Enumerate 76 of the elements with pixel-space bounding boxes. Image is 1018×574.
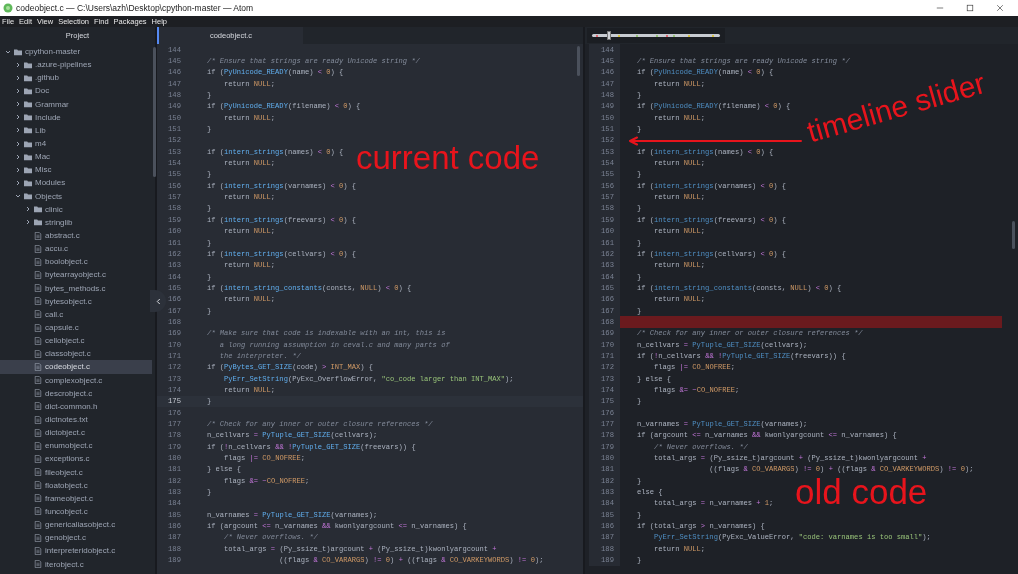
tree-item[interactable]: descrobject.c (0, 386, 152, 400)
file-icon (34, 520, 42, 529)
file-icon (34, 441, 42, 450)
tree-item[interactable]: dictobject.c (0, 426, 152, 440)
file-icon (34, 507, 42, 516)
close-icon[interactable] (996, 4, 1004, 12)
file-icon (34, 546, 42, 555)
file-icon (34, 560, 42, 569)
tree-item[interactable]: Lib (0, 123, 152, 137)
file-icon (34, 244, 42, 253)
tree-item[interactable]: dictnotes.txt (0, 412, 152, 427)
file-icon (34, 297, 42, 306)
tree-item[interactable]: cpython-master (0, 45, 152, 59)
slider-thumb[interactable] (606, 31, 611, 40)
file-icon (34, 454, 42, 463)
annotation-text: old code (795, 474, 928, 509)
tree-item[interactable]: bytes_methods.c (0, 281, 152, 295)
file-icon (34, 310, 42, 319)
tree-item[interactable]: Grammar (0, 97, 152, 111)
file-icon (34, 415, 42, 424)
file-icon (34, 284, 42, 293)
tree-item[interactable]: Modules (0, 176, 152, 190)
file-icon (34, 362, 42, 371)
atom-logo-icon (3, 3, 13, 13)
tree-item[interactable]: genobject.c (0, 531, 152, 545)
tree-item[interactable]: complexobject.c (0, 373, 152, 387)
tree-item[interactable]: enumobject.c (0, 439, 152, 453)
tree-item[interactable]: interpreteridobject.c (0, 544, 152, 558)
tree-item[interactable]: .azure-pipelines (0, 58, 152, 72)
tree-item[interactable]: frameobject.c (0, 491, 152, 505)
tree-item[interactable]: floatobject.c (0, 478, 152, 492)
tree-item[interactable]: dict-common.h (0, 399, 152, 413)
file-icon (34, 402, 42, 411)
tree-item[interactable]: iterobject.c (0, 557, 152, 571)
tree-item[interactable]: exceptions.c (0, 452, 152, 466)
file-icon (34, 231, 42, 240)
annotation-text: current code (356, 141, 540, 174)
tree-item[interactable]: codeobject.c (0, 360, 152, 374)
tree-item[interactable]: clinic (0, 202, 152, 216)
tree-item[interactable]: genericaliasobject.c (0, 518, 152, 532)
tree-item[interactable]: boolobject.c (0, 255, 152, 269)
file-icon (34, 376, 42, 385)
file-icon (34, 494, 42, 503)
annotation-text: timeline slider (803, 68, 989, 148)
file-icon (34, 257, 42, 266)
file-icon (34, 468, 42, 477)
timeline-slider[interactable] (592, 34, 720, 37)
tree-item[interactable]: funcobject.c (0, 504, 152, 519)
window-title: codeobject.c — C:\Users\azh\Desktop\cpython-master — Atom (16, 3, 254, 13)
tree-item[interactable]: Misc (0, 163, 152, 177)
file-icon (34, 336, 42, 345)
file-icon (34, 533, 42, 542)
tree-item[interactable]: Doc (0, 84, 152, 98)
tree-item[interactable]: call.c (0, 307, 152, 321)
file-icon (34, 349, 42, 358)
file-icon (34, 428, 42, 437)
maximize-icon[interactable] (966, 4, 974, 12)
tree-item[interactable]: stringlib (0, 215, 152, 229)
tree-item[interactable]: capsule.c (0, 320, 152, 335)
tree-item[interactable]: Objects (0, 189, 152, 203)
file-icon (34, 481, 42, 490)
collapse-handle[interactable] (150, 290, 166, 312)
tree-item[interactable]: Mac (0, 150, 152, 164)
tree-item[interactable]: classobject.c (0, 347, 152, 361)
tree-item[interactable]: bytearrayobject.c (0, 268, 152, 282)
tree-item[interactable]: abstract.c (0, 228, 152, 243)
file-icon (34, 323, 42, 332)
tree-item[interactable]: Include (0, 110, 152, 124)
tree-item[interactable]: bytesobject.c (0, 294, 152, 308)
file-icon (34, 270, 42, 279)
file-icon (34, 389, 42, 398)
tree-item[interactable]: m4 (0, 137, 152, 151)
tree-item[interactable]: fileobject.c (0, 465, 152, 479)
tree-item[interactable]: cellobject.c (0, 334, 152, 348)
tree-item[interactable]: .github (0, 71, 152, 85)
tree-item[interactable]: accu.c (0, 242, 152, 256)
